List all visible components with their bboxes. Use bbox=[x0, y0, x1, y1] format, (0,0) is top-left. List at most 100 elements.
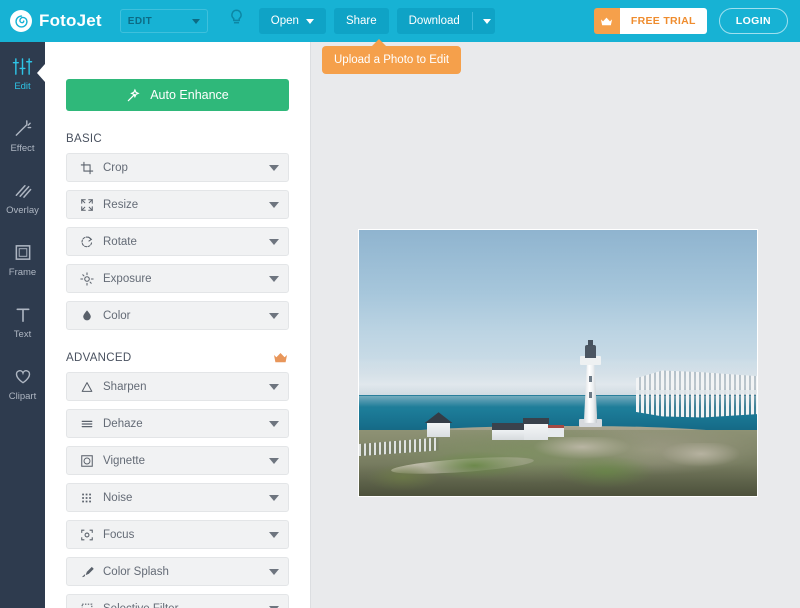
vignette-corners-icon bbox=[76, 454, 98, 468]
crown-icon bbox=[273, 352, 288, 364]
tips-button[interactable] bbox=[225, 7, 249, 35]
brand-logo[interactable]: FotoJet bbox=[10, 10, 102, 32]
editor-canvas[interactable] bbox=[311, 42, 800, 608]
sliders-icon bbox=[12, 54, 33, 76]
sidebar-item-label: Edit bbox=[14, 81, 30, 92]
tool-row-label: Color bbox=[103, 310, 130, 322]
chevron-down-icon bbox=[269, 532, 279, 538]
crop-icon bbox=[76, 161, 98, 175]
open-button[interactable]: Open bbox=[259, 8, 326, 34]
chevron-down-icon bbox=[192, 19, 200, 24]
photo-lighthouse-window bbox=[589, 392, 592, 398]
tool-row-noise[interactable]: Noise bbox=[66, 483, 289, 512]
chevron-down-icon bbox=[269, 239, 279, 245]
lighthouse-coastal-photo[interactable] bbox=[358, 229, 758, 497]
chevron-down-icon bbox=[269, 202, 279, 208]
sidebar-item-overlay[interactable]: Overlay bbox=[0, 166, 45, 228]
tool-row-label: Focus bbox=[103, 529, 134, 541]
tool-row-label: Vignette bbox=[103, 455, 145, 467]
free-trial-label: FREE TRIAL bbox=[620, 8, 707, 34]
tool-row-selective-filter[interactable]: Selective Filter bbox=[66, 594, 289, 608]
chevron-down-icon bbox=[269, 384, 279, 390]
tool-row-resize[interactable]: Resize bbox=[66, 190, 289, 219]
header-account-actions: FREE TRIAL LOGIN bbox=[594, 8, 788, 34]
photo-lighthouse-gallery bbox=[580, 356, 601, 365]
mode-select-edit[interactable]: EDIT bbox=[120, 9, 208, 33]
photo-lighthouse-finial bbox=[588, 340, 594, 346]
sidebar-item-label: Clipart bbox=[9, 391, 36, 402]
open-button-label: Open bbox=[271, 15, 299, 27]
tool-row-label: Selective Filter bbox=[103, 603, 178, 608]
magic-wand-icon bbox=[126, 88, 141, 103]
dotted-square-icon bbox=[76, 602, 98, 608]
chevron-down-icon bbox=[269, 458, 279, 464]
tool-row-color[interactable]: Color bbox=[66, 301, 289, 330]
section-title: ADVANCED bbox=[66, 352, 131, 364]
heart-icon bbox=[13, 364, 33, 386]
login-button[interactable]: LOGIN bbox=[719, 8, 788, 34]
lightbulb-icon bbox=[229, 9, 244, 33]
active-indicator bbox=[37, 64, 45, 82]
download-dropdown-toggle[interactable] bbox=[473, 8, 495, 34]
tool-row-label: Exposure bbox=[103, 273, 152, 285]
download-button-label: Download bbox=[397, 8, 472, 34]
login-button-label: LOGIN bbox=[736, 15, 771, 27]
download-button[interactable]: Download bbox=[397, 8, 495, 34]
mode-select-label: EDIT bbox=[128, 16, 152, 27]
sidebar-item-clipart[interactable]: Clipart bbox=[0, 352, 45, 414]
tooltip-arrow bbox=[371, 39, 387, 47]
photo-cottage-wall bbox=[492, 430, 528, 440]
chevron-down-icon bbox=[269, 165, 279, 171]
tool-row-label: Crop bbox=[103, 162, 128, 174]
share-button-label: Share bbox=[346, 15, 377, 27]
lines-icon bbox=[76, 417, 98, 431]
edit-tools-panel: Auto Enhance BASIC Crop bbox=[45, 42, 311, 608]
frame-square-icon bbox=[13, 240, 33, 262]
auto-enhance-button[interactable]: Auto Enhance bbox=[66, 79, 289, 111]
tool-row-crop[interactable]: Crop bbox=[66, 153, 289, 182]
auto-enhance-label: Auto Enhance bbox=[150, 88, 229, 102]
section-header-basic: BASIC bbox=[66, 133, 290, 145]
sidebar-item-edit[interactable]: Edit bbox=[0, 42, 45, 104]
chevron-down-icon bbox=[269, 313, 279, 319]
photo-lighthouse-lamp bbox=[585, 345, 596, 357]
magic-wand-icon bbox=[13, 116, 33, 138]
sidebar-item-label: Frame bbox=[9, 267, 36, 278]
fotojet-spiral-logo-icon bbox=[10, 10, 32, 32]
droplet-icon bbox=[76, 309, 98, 323]
sidebar-item-frame[interactable]: Frame bbox=[0, 228, 45, 290]
tool-row-focus[interactable]: Focus bbox=[66, 520, 289, 549]
tool-row-vignette[interactable]: Vignette bbox=[66, 446, 289, 475]
free-trial-button[interactable]: FREE TRIAL bbox=[594, 8, 707, 34]
tool-row-sharpen[interactable]: Sharpen bbox=[66, 372, 289, 401]
chevron-down-icon bbox=[269, 569, 279, 575]
tool-row-color-splash[interactable]: Color Splash bbox=[66, 557, 289, 586]
tool-row-rotate[interactable]: Rotate bbox=[66, 227, 289, 256]
rotate-icon bbox=[76, 235, 98, 249]
sidebar-item-effect[interactable]: Effect bbox=[0, 104, 45, 166]
tool-row-dehaze[interactable]: Dehaze bbox=[66, 409, 289, 438]
photo-foreground-shadow bbox=[359, 464, 757, 496]
app-header: FotoJet EDIT Open Share bbox=[0, 0, 800, 42]
chevron-down-icon bbox=[269, 276, 279, 282]
focus-target-icon bbox=[76, 528, 98, 542]
share-button[interactable]: Share bbox=[334, 8, 389, 34]
brightness-sun-icon bbox=[76, 272, 98, 286]
photo-lighthouse-window bbox=[589, 376, 592, 382]
brand-name: FotoJet bbox=[39, 11, 102, 31]
tooltip-text: Upload a Photo to Edit bbox=[334, 54, 449, 66]
tool-row-exposure[interactable]: Exposure bbox=[66, 264, 289, 293]
tool-row-label: Rotate bbox=[103, 236, 137, 248]
fotojet-editor-app: FotoJet EDIT Open Share bbox=[0, 0, 800, 608]
sidebar-item-text[interactable]: Text bbox=[0, 290, 45, 352]
chevron-down-icon bbox=[269, 495, 279, 501]
tool-row-label: Sharpen bbox=[103, 381, 146, 393]
tool-row-label: Resize bbox=[103, 199, 138, 211]
chevron-down-icon bbox=[306, 19, 314, 24]
section-title: BASIC bbox=[66, 133, 102, 145]
crown-icon bbox=[594, 8, 620, 34]
photo-cottage-wall bbox=[427, 423, 449, 437]
triangle-icon bbox=[76, 380, 98, 394]
sidebar-item-label: Text bbox=[14, 329, 31, 340]
tool-row-label: Color Splash bbox=[103, 566, 169, 578]
